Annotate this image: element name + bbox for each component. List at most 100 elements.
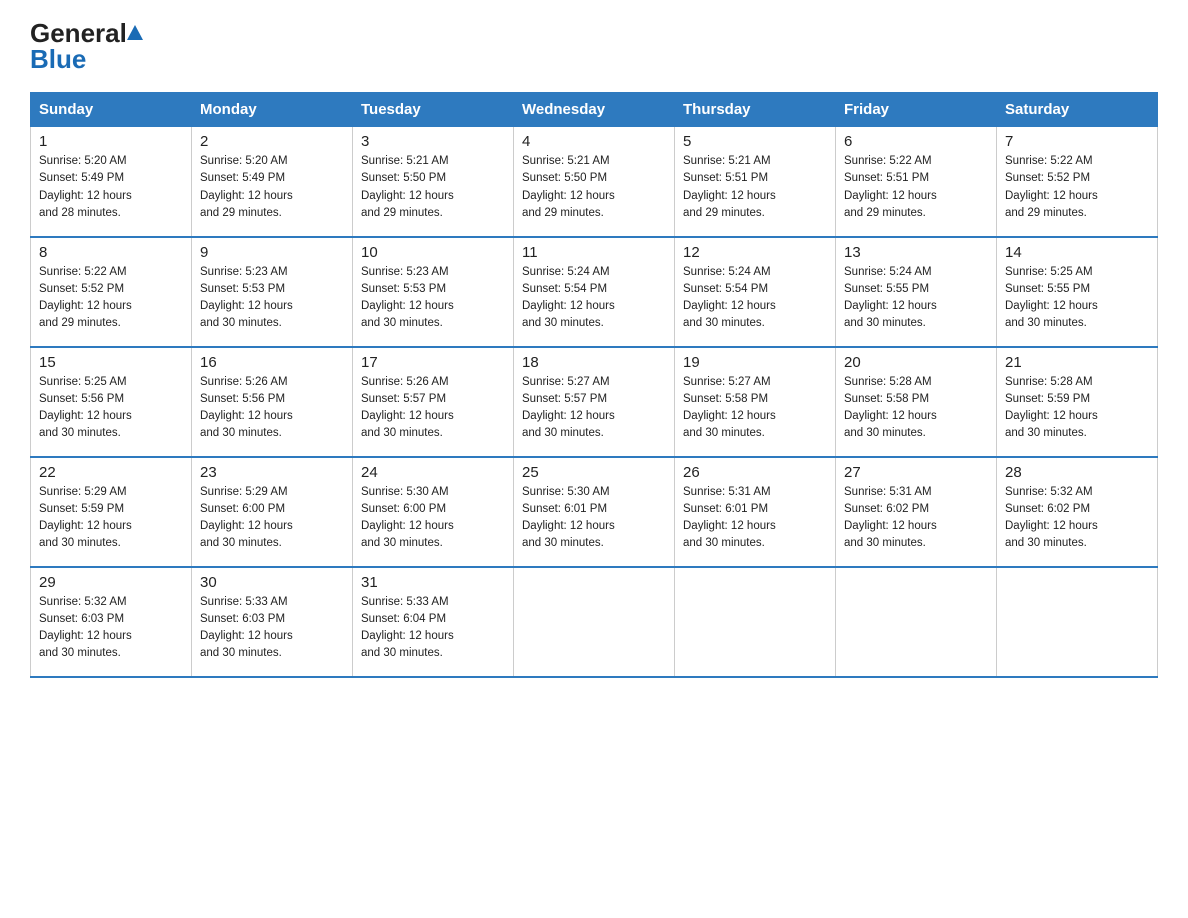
day-info: Sunrise: 5:21 AM Sunset: 5:51 PM Dayligh… bbox=[683, 153, 827, 222]
calendar-cell: 13 Sunrise: 5:24 AM Sunset: 5:55 PM Dayl… bbox=[836, 237, 997, 347]
sunset-label: Sunset: 6:00 PM bbox=[200, 503, 285, 515]
daylight-label: Daylight: 12 hoursand 29 minutes. bbox=[683, 190, 776, 219]
calendar-cell: 1 Sunrise: 5:20 AM Sunset: 5:49 PM Dayli… bbox=[31, 127, 192, 237]
sunrise-label: Sunrise: 5:33 AM bbox=[200, 596, 288, 608]
daylight-label: Daylight: 12 hoursand 30 minutes. bbox=[200, 630, 293, 659]
day-number: 15 bbox=[39, 354, 183, 371]
calendar-cell: 25 Sunrise: 5:30 AM Sunset: 6:01 PM Dayl… bbox=[514, 457, 675, 567]
day-info: Sunrise: 5:21 AM Sunset: 5:50 PM Dayligh… bbox=[522, 153, 666, 222]
sunrise-label: Sunrise: 5:30 AM bbox=[522, 486, 610, 498]
header-saturday: Saturday bbox=[997, 93, 1158, 127]
calendar-cell: 4 Sunrise: 5:21 AM Sunset: 5:50 PM Dayli… bbox=[514, 127, 675, 237]
day-number: 4 bbox=[522, 133, 666, 150]
sunset-label: Sunset: 5:50 PM bbox=[361, 172, 446, 184]
day-number: 16 bbox=[200, 354, 344, 371]
sunrise-label: Sunrise: 5:25 AM bbox=[1005, 266, 1093, 278]
daylight-label: Daylight: 12 hoursand 30 minutes. bbox=[522, 520, 615, 549]
sunrise-label: Sunrise: 5:20 AM bbox=[39, 155, 127, 167]
sunset-label: Sunset: 6:02 PM bbox=[1005, 503, 1090, 515]
day-number: 31 bbox=[361, 574, 505, 591]
sunrise-label: Sunrise: 5:22 AM bbox=[39, 266, 127, 278]
calendar-cell: 11 Sunrise: 5:24 AM Sunset: 5:54 PM Dayl… bbox=[514, 237, 675, 347]
sunrise-label: Sunrise: 5:31 AM bbox=[683, 486, 771, 498]
sunset-label: Sunset: 5:51 PM bbox=[844, 172, 929, 184]
sunset-label: Sunset: 5:52 PM bbox=[1005, 172, 1090, 184]
day-info: Sunrise: 5:20 AM Sunset: 5:49 PM Dayligh… bbox=[200, 153, 344, 222]
calendar-cell: 8 Sunrise: 5:22 AM Sunset: 5:52 PM Dayli… bbox=[31, 237, 192, 347]
sunrise-label: Sunrise: 5:25 AM bbox=[39, 376, 127, 388]
day-info: Sunrise: 5:20 AM Sunset: 5:49 PM Dayligh… bbox=[39, 153, 183, 222]
daylight-label: Daylight: 12 hoursand 30 minutes. bbox=[39, 410, 132, 439]
calendar-cell bbox=[997, 567, 1158, 677]
sunrise-label: Sunrise: 5:31 AM bbox=[844, 486, 932, 498]
day-number: 11 bbox=[522, 244, 666, 261]
calendar-cell: 10 Sunrise: 5:23 AM Sunset: 5:53 PM Dayl… bbox=[353, 237, 514, 347]
daylight-label: Daylight: 12 hoursand 30 minutes. bbox=[200, 410, 293, 439]
sunset-label: Sunset: 5:57 PM bbox=[361, 393, 446, 405]
day-number: 22 bbox=[39, 464, 183, 481]
header-tuesday: Tuesday bbox=[353, 93, 514, 127]
calendar-cell: 30 Sunrise: 5:33 AM Sunset: 6:03 PM Dayl… bbox=[192, 567, 353, 677]
day-number: 23 bbox=[200, 464, 344, 481]
sunset-label: Sunset: 5:59 PM bbox=[1005, 393, 1090, 405]
page-header: General Blue bbox=[30, 20, 1158, 72]
daylight-label: Daylight: 12 hoursand 30 minutes. bbox=[1005, 410, 1098, 439]
day-number: 29 bbox=[39, 574, 183, 591]
day-info: Sunrise: 5:21 AM Sunset: 5:50 PM Dayligh… bbox=[361, 153, 505, 222]
daylight-label: Daylight: 12 hoursand 30 minutes. bbox=[361, 520, 454, 549]
day-info: Sunrise: 5:24 AM Sunset: 5:55 PM Dayligh… bbox=[844, 264, 988, 333]
day-info: Sunrise: 5:31 AM Sunset: 6:02 PM Dayligh… bbox=[844, 484, 988, 553]
day-number: 13 bbox=[844, 244, 988, 261]
day-info: Sunrise: 5:27 AM Sunset: 5:57 PM Dayligh… bbox=[522, 374, 666, 443]
calendar-cell: 19 Sunrise: 5:27 AM Sunset: 5:58 PM Dayl… bbox=[675, 347, 836, 457]
sunset-label: Sunset: 5:50 PM bbox=[522, 172, 607, 184]
day-info: Sunrise: 5:23 AM Sunset: 5:53 PM Dayligh… bbox=[361, 264, 505, 333]
daylight-label: Daylight: 12 hoursand 30 minutes. bbox=[39, 520, 132, 549]
sunset-label: Sunset: 6:00 PM bbox=[361, 503, 446, 515]
day-number: 27 bbox=[844, 464, 988, 481]
daylight-label: Daylight: 12 hoursand 30 minutes. bbox=[39, 630, 132, 659]
header-friday: Friday bbox=[836, 93, 997, 127]
day-number: 14 bbox=[1005, 244, 1149, 261]
daylight-label: Daylight: 12 hoursand 30 minutes. bbox=[361, 410, 454, 439]
sunrise-label: Sunrise: 5:22 AM bbox=[1005, 155, 1093, 167]
sunrise-label: Sunrise: 5:26 AM bbox=[200, 376, 288, 388]
daylight-label: Daylight: 12 hoursand 30 minutes. bbox=[200, 300, 293, 329]
day-info: Sunrise: 5:32 AM Sunset: 6:03 PM Dayligh… bbox=[39, 594, 183, 663]
daylight-label: Daylight: 12 hoursand 29 minutes. bbox=[522, 190, 615, 219]
daylight-label: Daylight: 12 hoursand 30 minutes. bbox=[844, 300, 937, 329]
calendar-week-row: 29 Sunrise: 5:32 AM Sunset: 6:03 PM Dayl… bbox=[31, 567, 1158, 677]
daylight-label: Daylight: 12 hoursand 29 minutes. bbox=[39, 300, 132, 329]
sunset-label: Sunset: 5:55 PM bbox=[1005, 283, 1090, 295]
sunset-label: Sunset: 5:53 PM bbox=[361, 283, 446, 295]
sunrise-label: Sunrise: 5:32 AM bbox=[1005, 486, 1093, 498]
sunset-label: Sunset: 5:54 PM bbox=[683, 283, 768, 295]
sunrise-label: Sunrise: 5:29 AM bbox=[39, 486, 127, 498]
day-number: 20 bbox=[844, 354, 988, 371]
sunset-label: Sunset: 5:56 PM bbox=[200, 393, 285, 405]
day-number: 21 bbox=[1005, 354, 1149, 371]
daylight-label: Daylight: 12 hoursand 30 minutes. bbox=[361, 630, 454, 659]
day-number: 10 bbox=[361, 244, 505, 261]
sunrise-label: Sunrise: 5:21 AM bbox=[361, 155, 449, 167]
calendar-cell: 7 Sunrise: 5:22 AM Sunset: 5:52 PM Dayli… bbox=[997, 127, 1158, 237]
day-info: Sunrise: 5:28 AM Sunset: 5:59 PM Dayligh… bbox=[1005, 374, 1149, 443]
calendar-cell: 31 Sunrise: 5:33 AM Sunset: 6:04 PM Dayl… bbox=[353, 567, 514, 677]
day-number: 3 bbox=[361, 133, 505, 150]
calendar-cell: 5 Sunrise: 5:21 AM Sunset: 5:51 PM Dayli… bbox=[675, 127, 836, 237]
sunset-label: Sunset: 5:59 PM bbox=[39, 503, 124, 515]
sunset-label: Sunset: 5:51 PM bbox=[683, 172, 768, 184]
daylight-label: Daylight: 12 hoursand 30 minutes. bbox=[1005, 300, 1098, 329]
sunset-label: Sunset: 6:01 PM bbox=[683, 503, 768, 515]
header-monday: Monday bbox=[192, 93, 353, 127]
day-info: Sunrise: 5:30 AM Sunset: 6:01 PM Dayligh… bbox=[522, 484, 666, 553]
day-info: Sunrise: 5:29 AM Sunset: 6:00 PM Dayligh… bbox=[200, 484, 344, 553]
daylight-label: Daylight: 12 hoursand 30 minutes. bbox=[844, 520, 937, 549]
calendar-table: SundayMondayTuesdayWednesdayThursdayFrid… bbox=[30, 92, 1158, 678]
sunset-label: Sunset: 6:03 PM bbox=[200, 613, 285, 625]
day-number: 5 bbox=[683, 133, 827, 150]
calendar-cell bbox=[514, 567, 675, 677]
daylight-label: Daylight: 12 hoursand 30 minutes. bbox=[361, 300, 454, 329]
sunset-label: Sunset: 5:57 PM bbox=[522, 393, 607, 405]
calendar-week-row: 15 Sunrise: 5:25 AM Sunset: 5:56 PM Dayl… bbox=[31, 347, 1158, 457]
